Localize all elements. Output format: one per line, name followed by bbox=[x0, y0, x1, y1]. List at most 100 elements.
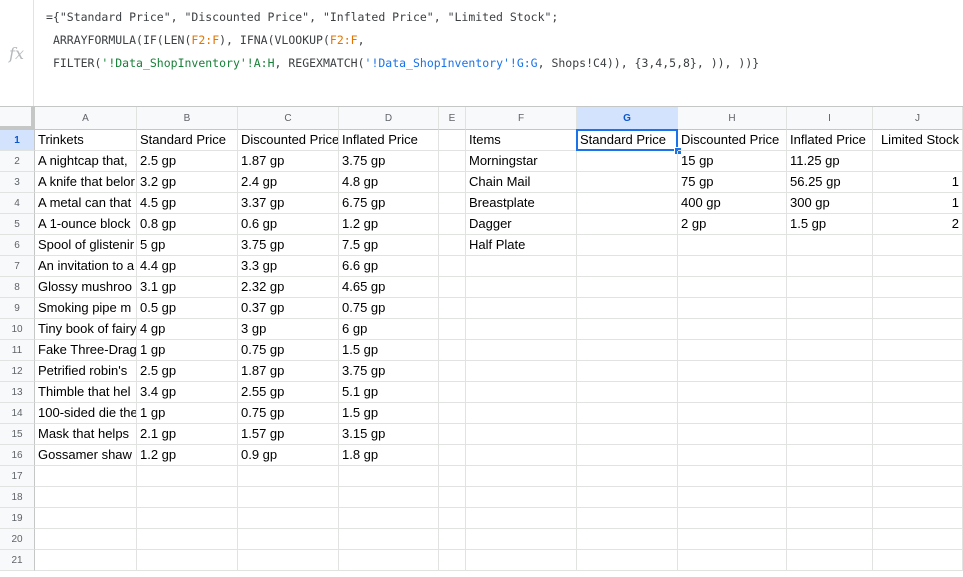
cell-i5[interactable]: 1.5 gp bbox=[787, 214, 873, 235]
cell-a13[interactable]: Thimble that hel bbox=[35, 382, 137, 403]
cell-b6[interactable]: 5 gp bbox=[137, 235, 238, 256]
formula-text[interactable]: ={"Standard Price", "Discounted Price", … bbox=[46, 6, 946, 75]
cell-d16[interactable]: 1.8 gp bbox=[339, 445, 439, 466]
cell-i20[interactable] bbox=[787, 529, 873, 550]
cell-e15[interactable] bbox=[439, 424, 466, 445]
cell-e11[interactable] bbox=[439, 340, 466, 361]
cell-b17[interactable] bbox=[137, 466, 238, 487]
cell-d9[interactable]: 0.75 gp bbox=[339, 298, 439, 319]
cell-c17[interactable] bbox=[238, 466, 339, 487]
column-header-j[interactable]: J bbox=[873, 107, 963, 130]
cell-d5[interactable]: 1.2 gp bbox=[339, 214, 439, 235]
cell-h21[interactable] bbox=[678, 550, 787, 571]
row-header-2[interactable]: 2 bbox=[0, 151, 35, 172]
cell-a4[interactable]: A metal can that bbox=[35, 193, 137, 214]
cell-c19[interactable] bbox=[238, 508, 339, 529]
cell-i2[interactable]: 11.25 gp bbox=[787, 151, 873, 172]
cell-i19[interactable] bbox=[787, 508, 873, 529]
cell-f3[interactable]: Chain Mail bbox=[466, 172, 577, 193]
cell-j9[interactable] bbox=[873, 298, 963, 319]
cell-b7[interactable]: 4.4 gp bbox=[137, 256, 238, 277]
cell-g18[interactable] bbox=[577, 487, 678, 508]
cell-a15[interactable]: Mask that helps bbox=[35, 424, 137, 445]
row-header-5[interactable]: 5 bbox=[0, 214, 35, 235]
cell-e18[interactable] bbox=[439, 487, 466, 508]
cell-a9[interactable]: Smoking pipe m bbox=[35, 298, 137, 319]
cell-d12[interactable]: 3.75 gp bbox=[339, 361, 439, 382]
cell-c10[interactable]: 3 gp bbox=[238, 319, 339, 340]
cell-g5[interactable] bbox=[577, 214, 678, 235]
cell-h1[interactable]: Discounted Price bbox=[678, 130, 787, 151]
cell-e4[interactable] bbox=[439, 193, 466, 214]
cell-f11[interactable] bbox=[466, 340, 577, 361]
cell-b10[interactable]: 4 gp bbox=[137, 319, 238, 340]
cell-i7[interactable] bbox=[787, 256, 873, 277]
cell-b1[interactable]: Standard Price bbox=[137, 130, 238, 151]
cell-a5[interactable]: A 1-ounce block bbox=[35, 214, 137, 235]
cell-j14[interactable] bbox=[873, 403, 963, 424]
cell-g15[interactable] bbox=[577, 424, 678, 445]
row-header-12[interactable]: 12 bbox=[0, 361, 35, 382]
cell-c5[interactable]: 0.6 gp bbox=[238, 214, 339, 235]
cell-a6[interactable]: Spool of glistenir bbox=[35, 235, 137, 256]
row-header-11[interactable]: 11 bbox=[0, 340, 35, 361]
cell-i16[interactable] bbox=[787, 445, 873, 466]
cell-j10[interactable] bbox=[873, 319, 963, 340]
cell-h2[interactable]: 15 gp bbox=[678, 151, 787, 172]
column-header-h[interactable]: H bbox=[678, 107, 787, 130]
cell-g1[interactable]: Standard Price bbox=[576, 129, 678, 151]
row-header-21[interactable]: 21 bbox=[0, 550, 35, 571]
cell-h12[interactable] bbox=[678, 361, 787, 382]
cell-d8[interactable]: 4.65 gp bbox=[339, 277, 439, 298]
cell-h9[interactable] bbox=[678, 298, 787, 319]
cell-f15[interactable] bbox=[466, 424, 577, 445]
cell-f16[interactable] bbox=[466, 445, 577, 466]
cell-b15[interactable]: 2.1 gp bbox=[137, 424, 238, 445]
cell-g12[interactable] bbox=[577, 361, 678, 382]
cell-e13[interactable] bbox=[439, 382, 466, 403]
cell-g16[interactable] bbox=[577, 445, 678, 466]
cell-b4[interactable]: 4.5 gp bbox=[137, 193, 238, 214]
formula-bar[interactable]: fx ={"Standard Price", "Discounted Price… bbox=[0, 0, 963, 107]
cell-e8[interactable] bbox=[439, 277, 466, 298]
cell-e3[interactable] bbox=[439, 172, 466, 193]
cell-h17[interactable] bbox=[678, 466, 787, 487]
cell-c15[interactable]: 1.57 gp bbox=[238, 424, 339, 445]
cell-a14[interactable]: 100-sided die the bbox=[35, 403, 137, 424]
column-header-a[interactable]: A bbox=[35, 107, 137, 130]
cell-e17[interactable] bbox=[439, 466, 466, 487]
cell-e10[interactable] bbox=[439, 319, 466, 340]
cell-f20[interactable] bbox=[466, 529, 577, 550]
cell-a7[interactable]: An invitation to a bbox=[35, 256, 137, 277]
cell-g21[interactable] bbox=[577, 550, 678, 571]
cell-a16[interactable]: Gossamer shaw bbox=[35, 445, 137, 466]
cell-b18[interactable] bbox=[137, 487, 238, 508]
cell-d11[interactable]: 1.5 gp bbox=[339, 340, 439, 361]
cell-g6[interactable] bbox=[577, 235, 678, 256]
cell-d17[interactable] bbox=[339, 466, 439, 487]
cell-f21[interactable] bbox=[466, 550, 577, 571]
cell-f14[interactable] bbox=[466, 403, 577, 424]
cell-b19[interactable] bbox=[137, 508, 238, 529]
cell-g2[interactable] bbox=[577, 151, 678, 172]
cell-d14[interactable]: 1.5 gp bbox=[339, 403, 439, 424]
cell-i17[interactable] bbox=[787, 466, 873, 487]
cell-d21[interactable] bbox=[339, 550, 439, 571]
cell-g11[interactable] bbox=[577, 340, 678, 361]
column-header-g[interactable]: G bbox=[577, 107, 678, 130]
cell-j16[interactable] bbox=[873, 445, 963, 466]
cell-j3[interactable]: 1 bbox=[873, 172, 963, 193]
cell-i12[interactable] bbox=[787, 361, 873, 382]
cell-c21[interactable] bbox=[238, 550, 339, 571]
cell-c20[interactable] bbox=[238, 529, 339, 550]
cell-i21[interactable] bbox=[787, 550, 873, 571]
cell-j4[interactable]: 1 bbox=[873, 193, 963, 214]
column-header-i[interactable]: I bbox=[787, 107, 873, 130]
cell-j20[interactable] bbox=[873, 529, 963, 550]
cell-h6[interactable] bbox=[678, 235, 787, 256]
cell-a3[interactable]: A knife that belor bbox=[35, 172, 137, 193]
row-header-6[interactable]: 6 bbox=[0, 235, 35, 256]
cell-f12[interactable] bbox=[466, 361, 577, 382]
cell-f5[interactable]: Dagger bbox=[466, 214, 577, 235]
cell-i13[interactable] bbox=[787, 382, 873, 403]
